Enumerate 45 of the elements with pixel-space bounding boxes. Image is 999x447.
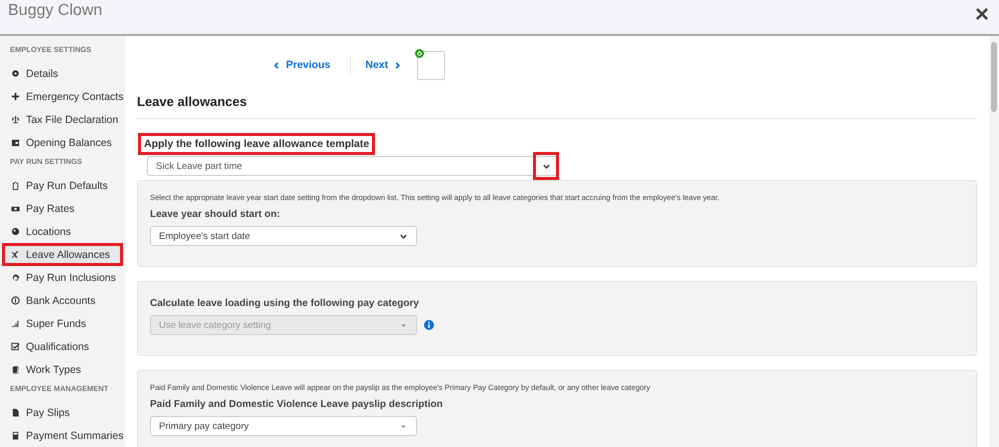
field-label: Leave year should start on: bbox=[150, 209, 282, 220]
plus-icon bbox=[11, 92, 20, 101]
sidebar-item[interactable]: Leave Allowances bbox=[2, 243, 123, 266]
file-icon bbox=[11, 408, 20, 417]
chevron-left-icon bbox=[272, 60, 281, 70]
calc-icon bbox=[11, 431, 20, 440]
caret-icon bbox=[542, 162, 550, 170]
field-label: Paid Family and Domestic Violence Leave payslip description bbox=[150, 399, 444, 410]
sidebar-item[interactable]: Work Types bbox=[0, 358, 125, 381]
dropdown-select[interactable]: Primary pay category bbox=[150, 416, 417, 436]
field-label: Calculate leave loading using the following pay category bbox=[150, 298, 420, 309]
sidebar-item[interactable]: Pay Slips bbox=[0, 401, 125, 424]
scrollbar[interactable] bbox=[989, 36, 999, 447]
previous-link[interactable]: Previous bbox=[267, 59, 330, 71]
sidebar-item[interactable]: Payment Summaries bbox=[0, 424, 125, 447]
clipboard-icon bbox=[11, 181, 20, 190]
caret-icon bbox=[399, 232, 408, 240]
template-label: Apply the following leave allowance template bbox=[140, 135, 374, 153]
next-link[interactable]: Next bbox=[365, 59, 408, 71]
book-icon bbox=[11, 365, 20, 374]
refresh-icon bbox=[11, 273, 20, 282]
money-icon bbox=[11, 204, 20, 213]
plane-icon bbox=[11, 250, 20, 259]
sidebar-item[interactable]: Pay Run Defaults bbox=[0, 174, 125, 197]
sidebar-item[interactable]: Pay Rates bbox=[0, 197, 125, 220]
dropdown-select[interactable]: Employee's start date bbox=[150, 226, 417, 246]
chevron-right-icon bbox=[393, 60, 402, 70]
checkbox-icon bbox=[11, 342, 20, 351]
sidebar-item[interactable]: Emergency Contacts bbox=[0, 85, 125, 108]
wallet-icon bbox=[11, 138, 20, 147]
sidebar-item[interactable]: Super Funds bbox=[0, 312, 125, 335]
sidebar-item[interactable]: Opening Balances bbox=[0, 131, 125, 154]
sidebar-item[interactable]: Tax File Declaration bbox=[0, 108, 125, 131]
scale-icon bbox=[11, 115, 20, 124]
thumbnail-box[interactable] bbox=[417, 50, 446, 80]
status-dot-icon bbox=[415, 48, 424, 58]
sidebar-item[interactable]: Pay Run Inclusions bbox=[0, 266, 125, 289]
sidebar-item[interactable]: Locations bbox=[0, 220, 125, 243]
page-heading: Leave allowances bbox=[137, 94, 248, 109]
window-title: Buggy Clown bbox=[8, 2, 102, 20]
sidebar-item[interactable]: Details bbox=[0, 62, 125, 85]
bars-icon bbox=[11, 319, 20, 328]
sidebar-item[interactable]: Bank Accounts bbox=[0, 289, 125, 312]
close-button[interactable]: × bbox=[972, 2, 991, 28]
sidebar-item[interactable]: Qualifications bbox=[0, 335, 125, 358]
